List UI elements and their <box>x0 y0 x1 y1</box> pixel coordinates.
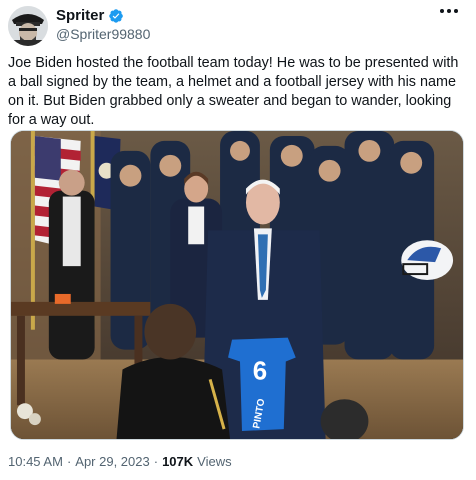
more-dots-icon[interactable] <box>438 6 460 16</box>
man-left <box>48 169 95 360</box>
views-count: 107K <box>162 454 194 469</box>
tweet-header: Spriter @Spriter99880 <box>8 4 468 46</box>
avatar-pirate-icon <box>8 6 48 46</box>
handle[interactable]: @Spriter99880 <box>56 26 150 42</box>
tweet-text: Joe Biden hosted the football team today… <box>8 55 463 128</box>
meta-separator: · <box>66 454 72 469</box>
photo-scene: 6 PINTO <box>11 131 463 439</box>
tweet-date[interactable]: Apr 29, 2023 <box>75 454 149 469</box>
tweet-time[interactable]: 10:45 AM <box>8 454 63 469</box>
jersey-number: 6 <box>253 357 267 385</box>
verified-badge-icon <box>109 8 124 23</box>
avatar[interactable] <box>8 6 48 46</box>
display-name[interactable]: Spriter <box>56 7 104 24</box>
football-helmet <box>401 240 454 281</box>
name-row: Spriter <box>56 7 124 24</box>
tweet-meta: 10:45 AM · Apr 29, 2023 · 107K Views <box>8 454 232 469</box>
tweet-photo[interactable]: 6 PINTO <box>10 130 464 440</box>
meta-separator: · <box>153 454 159 469</box>
views-label: Views <box>197 454 232 469</box>
